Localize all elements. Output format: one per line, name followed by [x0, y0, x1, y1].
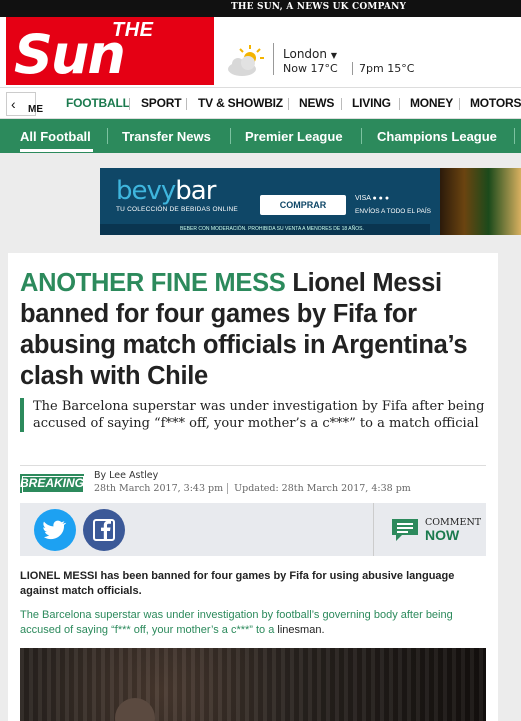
- nav-item-money[interactable]: MONEY: [410, 96, 453, 110]
- nav-item-football[interactable]: FOOTBALL: [66, 96, 130, 110]
- nav-back-label: ME: [28, 104, 43, 115]
- article-headline: ANOTHER FINE MESS Lionel Messi banned fo…: [20, 268, 490, 392]
- nav-item-living[interactable]: LIVING: [352, 96, 391, 110]
- ad-buy-button[interactable]: COMPRAR: [260, 195, 346, 215]
- ad-shipping-text: ENVÍOS A TODO EL PAÍS: [355, 208, 431, 215]
- headline-kicker: ANOTHER FINE MESS: [20, 269, 286, 297]
- weather-divider: [273, 43, 274, 75]
- article-meta: BREAKING By Lee Astley 28th March 2017, …: [20, 465, 486, 497]
- ad-brand: bevybar: [116, 176, 216, 206]
- nav-separator: [459, 98, 460, 110]
- nav-back-button[interactable]: ‹ ME: [6, 92, 43, 116]
- breaking-badge: BREAKING: [20, 474, 84, 493]
- share-divider: [373, 503, 374, 556]
- subnav-separator: [230, 128, 231, 144]
- subnav-separator: [107, 128, 108, 144]
- photo-crowd: [20, 648, 486, 721]
- company-label: THE SUN, A NEWS UK COMPANY: [231, 2, 407, 12]
- paragraph-tail: linesman.: [277, 624, 325, 636]
- logo-sun: Sun: [14, 23, 126, 85]
- nav-separator: [399, 98, 400, 110]
- paragraph-link-text[interactable]: The Barcelona superstar was under invest…: [20, 609, 453, 636]
- subnav-item-premier-league[interactable]: Premier League: [245, 129, 343, 144]
- facebook-icon: [93, 519, 115, 541]
- facebook-share-button[interactable]: [83, 509, 125, 551]
- ad-card-logos: VISA ● ● ●: [355, 195, 390, 202]
- football-subnav: All Football Transfer News Premier Leagu…: [0, 119, 521, 153]
- chevron-down-icon: ▼: [330, 51, 337, 60]
- share-bar: COMMENT NOW: [20, 503, 486, 556]
- nav-separator: [129, 98, 130, 110]
- article-dates: 28th March 2017, 3:43 pm Updated: 28th Ma…: [94, 483, 411, 494]
- subnav-item-champions-league[interactable]: Champions League: [377, 129, 497, 144]
- nav-item-sport[interactable]: SPORT: [141, 96, 182, 110]
- weather-city[interactable]: London ▼: [283, 47, 337, 61]
- active-tab-indicator: [20, 149, 93, 152]
- subnav-separator: [361, 128, 362, 144]
- published-date: 28th March 2017, 3:43 pm: [94, 483, 224, 494]
- ad-tagline: TU COLECCIÓN DE BEBIDAS ONLINE: [116, 206, 238, 213]
- subnav-item-transfer-news[interactable]: Transfer News: [122, 129, 211, 144]
- updated-date: Updated: 28th March 2017, 4:38 pm: [227, 483, 411, 494]
- twitter-share-button[interactable]: [34, 509, 76, 551]
- comment-now-label[interactable]: NOW: [425, 527, 459, 543]
- nav-item-tv-showbiz[interactable]: TV & SHOWBIZ: [198, 96, 283, 110]
- article: ANOTHER FINE MESS Lionel Messi banned fo…: [8, 253, 498, 721]
- ad-bottles-image: [440, 168, 521, 235]
- nav-separator: [341, 98, 342, 110]
- nav-separator: [186, 98, 187, 110]
- sun-cloud-icon: [228, 45, 264, 76]
- top-bar: THE SUN, A NEWS UK COMPANY: [0, 0, 521, 17]
- byline[interactable]: By Lee Astley: [94, 470, 158, 481]
- the-sun-logo[interactable]: THE Sun: [6, 17, 214, 85]
- chevron-left-icon: ‹: [11, 96, 16, 112]
- site-header: THE Sun London ▼ Now 17°C 7pm 15°C: [0, 17, 521, 87]
- article-lead: LIONEL MESSI has been banned for four ga…: [20, 570, 455, 597]
- article-photo: [20, 648, 486, 721]
- nav-item-news[interactable]: NEWS: [299, 96, 334, 110]
- comment-icon[interactable]: [390, 517, 420, 543]
- twitter-icon: [43, 520, 67, 540]
- weather-now: Now 17°C: [283, 62, 338, 75]
- weather-later: 7pm 15°C: [352, 62, 414, 75]
- weather-widget[interactable]: London ▼ Now 17°C 7pm 15°C: [224, 41, 454, 91]
- nav-item-motors[interactable]: MOTORS: [470, 96, 521, 110]
- ad-disclaimer: BEBER CON MODERACIÓN. PROHIBIDA SU VENTA…: [100, 224, 430, 235]
- article-standfirst: The Barcelona superstar was under invest…: [20, 398, 486, 432]
- subnav-separator: [514, 128, 515, 144]
- subnav-item-all-football[interactable]: All Football: [20, 129, 91, 144]
- main-nav: ‹ ME FOOTBALL SPORT TV & SHOWBIZ NEWS LI…: [0, 87, 521, 119]
- article-paragraph: The Barcelona superstar was under invest…: [20, 608, 486, 638]
- nav-separator: [288, 98, 289, 110]
- advertisement-banner[interactable]: bevybar TU COLECCIÓN DE BEBIDAS ONLINE C…: [100, 168, 521, 235]
